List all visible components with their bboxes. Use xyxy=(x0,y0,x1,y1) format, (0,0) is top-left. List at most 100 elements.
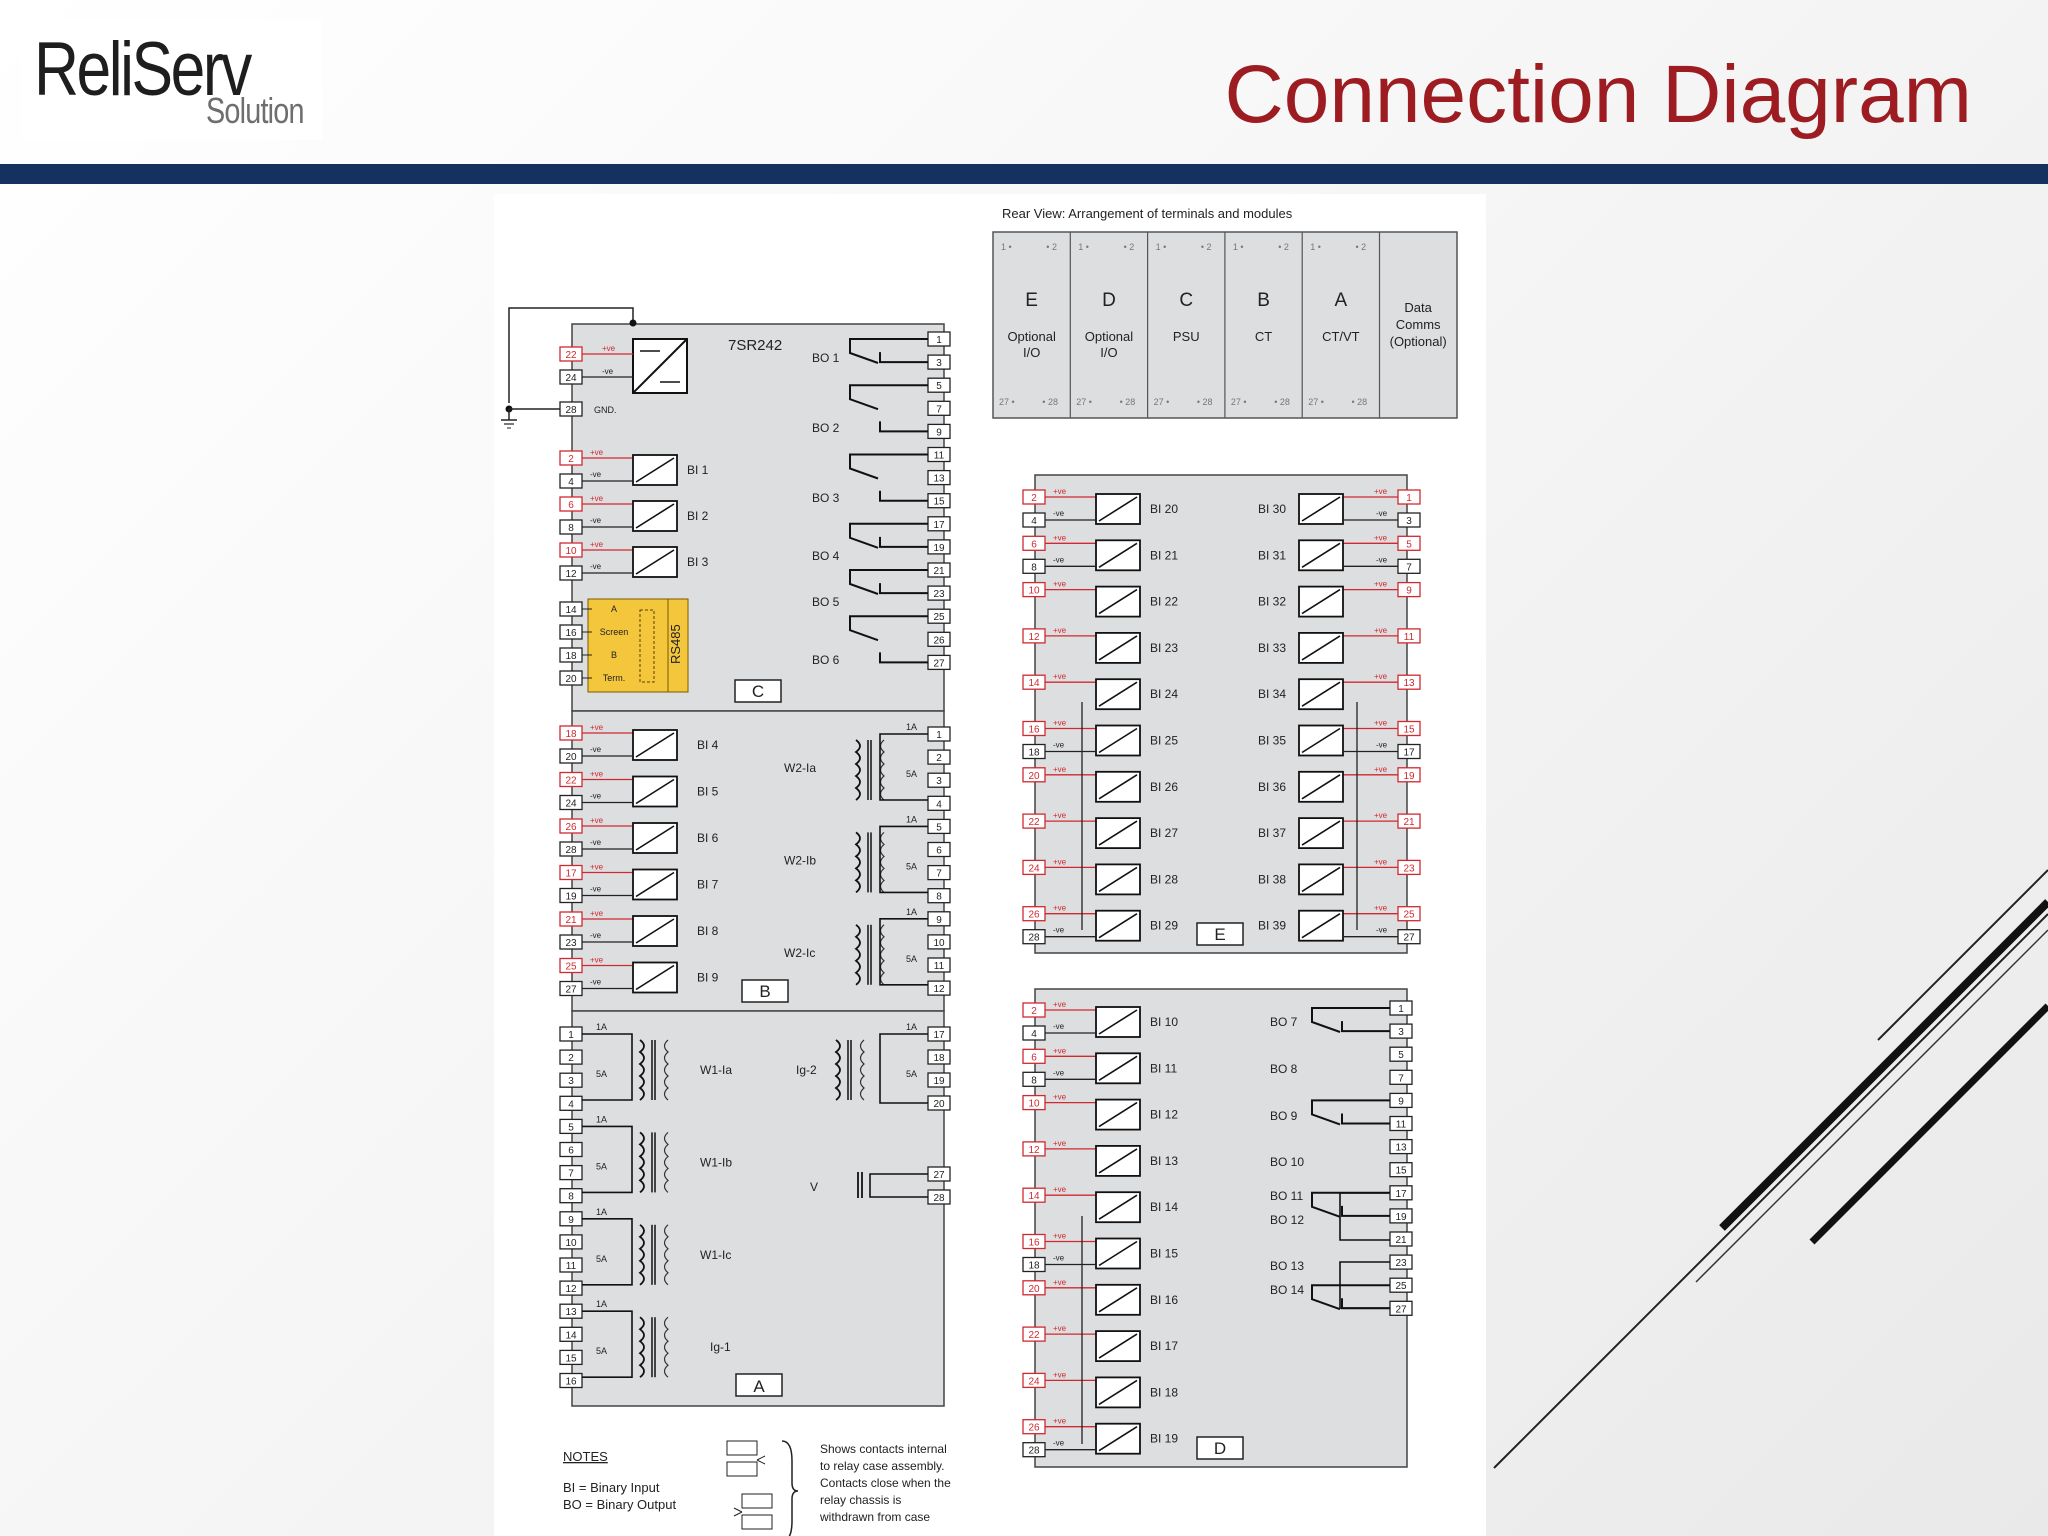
c-out-term-25-number: 25 xyxy=(933,612,945,623)
b-out-term-6-number: 6 xyxy=(936,846,942,857)
d-l-16-neg-label: -ve xyxy=(1053,1254,1065,1263)
notes-legend: NOTES BI = Binary Input BO = Binary Outp… xyxy=(563,1440,951,1536)
e-r-15-neg-label: -ve xyxy=(1376,741,1388,750)
notes-line-3: relay chassis is xyxy=(820,1493,901,1507)
d-l-2-bi-label: BI 10 xyxy=(1150,1015,1178,1029)
e-l-26-neg-number: 28 xyxy=(1028,933,1040,944)
b-bi-22-pos-number: 22 xyxy=(565,776,577,787)
c-out-term-11-number: 11 xyxy=(934,451,945,462)
e-l-26-bi-label: BI 29 xyxy=(1150,919,1178,933)
notes-bi: BI = Binary Input xyxy=(563,1480,660,1495)
e-l-16-bi-label: BI 25 xyxy=(1150,734,1178,748)
b-ct-label-1: W2-Ib xyxy=(784,853,816,867)
relay-module-b: 18+ve20-ve BI 422+ve24-ve BI 526+ve28-ve BI… xyxy=(559,710,951,1012)
e-r-21-bi-label: BI 37 xyxy=(1258,826,1286,840)
d-l-20-bi-label: BI 16 xyxy=(1150,1293,1178,1307)
c-out-term-19-number: 19 xyxy=(933,543,945,554)
a-out-term-28-number: 28 xyxy=(933,1193,945,1204)
rear-module-letter-4: A xyxy=(1335,290,1348,311)
e-r-25-pos-number: 25 xyxy=(1403,910,1415,921)
a-in-term-13-number: 13 xyxy=(565,1307,577,1318)
e-l-24-pos-number: 24 xyxy=(1028,863,1040,874)
b-bi-26-pos-label: +ve xyxy=(590,816,604,825)
a-in-term-8-number: 8 xyxy=(568,1192,574,1203)
c-out-term-27-number: 27 xyxy=(933,658,945,669)
a-in-term-11-number: 11 xyxy=(566,1261,577,1272)
rs485-term-20-number: 20 xyxy=(565,674,577,685)
d-out-term-17-number: 17 xyxy=(1395,1189,1407,1200)
e-l-24-pos-label: +ve xyxy=(1053,857,1067,866)
e-l-2-neg-label: -ve xyxy=(1053,509,1065,518)
rs485-label-14: A xyxy=(611,604,617,614)
rear-pin-27-1: 27 • xyxy=(1076,397,1092,407)
e-l-14-pos-number: 14 xyxy=(1028,678,1040,689)
rs485-term-14-number: 14 xyxy=(565,605,577,616)
e-l-26-pos-number: 26 xyxy=(1028,910,1040,921)
notes-contacts-text: Shows contacts internal to relay case ass… xyxy=(819,1442,951,1524)
c-bi-2-pos-label: +ve xyxy=(590,448,604,457)
e-r-25-neg-number: 27 xyxy=(1403,933,1415,944)
c-out-term-9-number: 9 xyxy=(936,427,942,438)
b-bi-17-bi-label: BI 7 xyxy=(697,878,719,892)
d-l-16-bi-label: BI 15 xyxy=(1150,1247,1178,1261)
rear-pin-27-2: 27 • xyxy=(1154,397,1170,407)
rs485-label: RS485 xyxy=(668,624,683,664)
psu-term-24-number: 24 xyxy=(565,373,577,384)
d-l-14-pos-number: 14 xyxy=(1028,1191,1040,1202)
notes-line-2: Contacts close when the xyxy=(820,1476,951,1490)
b-bi-18-neg-label: -ve xyxy=(590,745,602,754)
e-r-9-pos-number: 9 xyxy=(1406,586,1412,597)
b-bi-18-pos-number: 18 xyxy=(565,729,577,740)
b-out-term-1-number: 1 xyxy=(936,730,942,741)
rear-module-letter-2: C xyxy=(1179,290,1193,311)
c-bi-6-neg-number: 8 xyxy=(568,523,574,534)
c-out-term-7-number: 7 xyxy=(936,404,942,415)
notes-line-0: Shows contacts internal xyxy=(820,1442,947,1456)
b-bi-18-bi-label: BI 4 xyxy=(697,738,719,752)
e-l-16-pos-label: +ve xyxy=(1053,719,1067,728)
e-l-10-bi-label: BI 22 xyxy=(1150,595,1178,609)
e-r-15-pos-label: +ve xyxy=(1374,719,1388,728)
e-r-13-bi-label: BI 34 xyxy=(1258,687,1286,701)
c-out-term-13-number: 13 xyxy=(933,474,945,485)
b-ct-1a-1: 1A xyxy=(906,814,917,824)
e-l-22-bi-label: BI 27 xyxy=(1150,826,1178,840)
e-r-23-bi-label: BI 38 xyxy=(1258,872,1286,886)
rear-module-letter-1: D xyxy=(1102,290,1116,311)
d-bo-label-7: BO 14 xyxy=(1270,1283,1304,1297)
psu-term-22-number: 22 xyxy=(565,350,577,361)
b-out-term-9-number: 9 xyxy=(936,915,942,926)
e-l-2-pos-label: +ve xyxy=(1053,487,1067,496)
e-r-1-neg-label: -ve xyxy=(1376,509,1388,518)
d-l-26-pos-label: +ve xyxy=(1053,1417,1067,1426)
e-l-6-bi-label: BI 21 xyxy=(1150,548,1178,562)
a-ct-1a-0: 1A xyxy=(596,1022,607,1032)
d-out-term-1-number: 1 xyxy=(1398,1004,1404,1015)
a-ct-label-2: W1-Ic xyxy=(700,1248,731,1262)
rear-module-desc-3: CT xyxy=(1255,329,1272,344)
c-bi-2-neg-label: -ve xyxy=(590,470,602,479)
d-l-24-bi-label: BI 18 xyxy=(1150,1385,1178,1399)
b-bi-22-bi-label: BI 5 xyxy=(697,785,719,799)
a-ct-5a-3: 5A xyxy=(596,1346,607,1356)
rear-pin-1-0: 1 • xyxy=(1001,242,1012,252)
b-bi-17-neg-label: -ve xyxy=(590,885,602,894)
e-r-13-pos-number: 13 xyxy=(1403,678,1415,689)
e-r-21-pos-label: +ve xyxy=(1374,811,1388,820)
b-out-term-11-number: 11 xyxy=(934,961,945,972)
rear-pin-2-0: • 2 xyxy=(1046,242,1057,252)
a-out-term-17-number: 17 xyxy=(933,1030,945,1041)
module-d-letter: D xyxy=(1214,1439,1226,1458)
e-l-2-neg-number: 4 xyxy=(1031,516,1037,527)
b-bi-25-neg-label: -ve xyxy=(590,978,602,987)
b-bi-21-neg-label: -ve xyxy=(590,931,602,940)
b-bi-18-neg-number: 20 xyxy=(565,752,577,763)
c-bi-6-bi-label: BI 2 xyxy=(687,509,709,523)
d-bo-label-3: BO 10 xyxy=(1270,1155,1304,1169)
e-r-5-bi-label: BI 31 xyxy=(1258,548,1286,562)
a-ct-5a-2: 5A xyxy=(596,1254,607,1264)
a-in-term-6-number: 6 xyxy=(568,1146,574,1157)
b-bi-21-neg-number: 23 xyxy=(565,938,577,949)
d-bo-label-0: BO 7 xyxy=(1270,1015,1298,1029)
b-bi-18-pos-label: +ve xyxy=(590,723,604,732)
